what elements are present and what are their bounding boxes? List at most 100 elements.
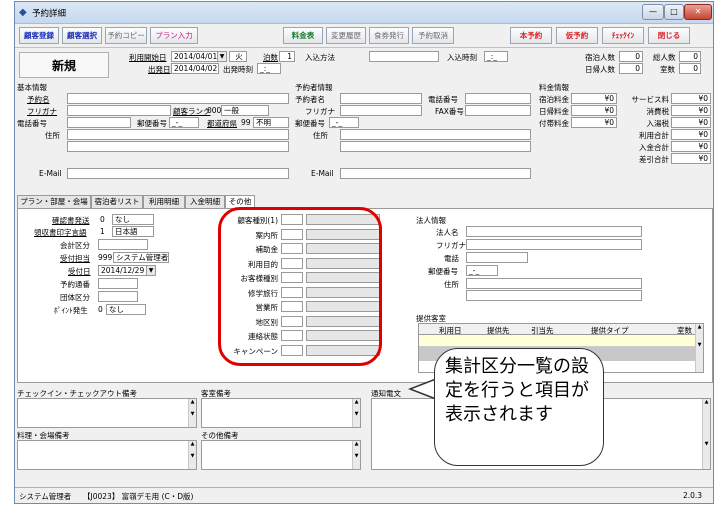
supply-scrollbar[interactable]: ▲ ▼ (695, 324, 703, 372)
booker-phone-field[interactable] (465, 93, 531, 104)
guest-register-button[interactable]: 顧客登録 (19, 27, 59, 44)
points-field[interactable]: なし (106, 304, 146, 315)
maximize-button[interactable]: □ (664, 4, 684, 20)
fee-value: ¥0 (571, 117, 617, 128)
zip-field[interactable]: _-_ (169, 117, 199, 128)
booker-address-label: 住所 (313, 131, 328, 140)
staff-field[interactable]: システム管理者 (113, 252, 169, 263)
rate-table-button[interactable]: 料金表 (283, 27, 323, 44)
history-button[interactable]: 変更履歴 (326, 27, 366, 44)
booker-email-field[interactable] (340, 168, 531, 179)
copy-button[interactable]: 予約コピー (105, 27, 147, 44)
guest-select-button[interactable]: 顧客選択 (62, 27, 102, 44)
phone-field[interactable] (67, 117, 131, 128)
pref-field[interactable]: 不明 (253, 117, 289, 128)
fee-value-2: ¥0 (671, 105, 711, 116)
dropdown-icon: ▼ (146, 266, 155, 275)
reservation-name-field[interactable] (67, 93, 289, 104)
confirm-reservation-button[interactable]: 本予約 (510, 27, 552, 44)
rank-field[interactable]: 一般 (221, 105, 269, 116)
tab-guest-list[interactable]: 宿泊者リスト (91, 195, 143, 208)
booker-zip-field[interactable]: _-_ (329, 117, 359, 128)
corp-phone-label: 電話 (444, 254, 459, 263)
minimize-button[interactable]: — (642, 4, 664, 20)
departure-field[interactable]: 2014/04/02 (171, 63, 219, 74)
receipt-lang-code: 1 (100, 227, 105, 236)
corp-phone-field[interactable] (466, 252, 528, 263)
booker-name-label: 予約者名 (295, 95, 325, 104)
channel-label: 予約通番 (60, 280, 90, 289)
scrollbar[interactable]: ▲ ▼ (352, 441, 360, 469)
group-field[interactable] (98, 291, 138, 302)
scrollbar[interactable]: ▲ ▼ (188, 441, 196, 469)
meal-ticket-button[interactable]: 食券発行 (369, 27, 409, 44)
departure-time-label: 出発時刻 (223, 65, 253, 74)
total-count-label: 総人数 (653, 53, 676, 62)
corp-address-field-1[interactable] (466, 278, 642, 289)
staff-label: 受付担当 (60, 254, 90, 263)
room-count-label: 室数 (660, 65, 675, 74)
address-field-1[interactable] (67, 129, 289, 140)
fee-label: 日帰料金 (539, 107, 569, 116)
app-icon: ◆ (19, 7, 27, 18)
room-note-field[interactable]: ▲ ▼ (201, 398, 361, 428)
booker-kana-field[interactable] (340, 105, 422, 116)
reception-date-field[interactable]: 2014/12/29 ▼ (98, 265, 156, 276)
address-field-2[interactable] (67, 141, 289, 152)
corp-address-label: 住所 (444, 280, 459, 289)
confirm-send-field[interactable]: なし (112, 214, 154, 225)
booker-address-field-2[interactable] (340, 141, 531, 152)
channel-field[interactable] (98, 278, 138, 289)
booker-phone-label: 電話番号 (428, 95, 458, 104)
checkin-note-field[interactable]: ▲ ▼ (17, 398, 197, 428)
corp-info-heading: 法人情報 (416, 216, 446, 225)
booker-zip-label: 郵便番号 (295, 119, 325, 128)
fee-label-2: 利用合計 (639, 131, 669, 140)
table-row[interactable] (419, 335, 697, 347)
checkin-button[interactable]: ﾁｪｯｸｲﾝ (602, 27, 644, 44)
receipt-lang-field[interactable]: 日本語 (112, 226, 154, 237)
corp-kana-label: フリガナ (436, 241, 466, 250)
corp-zip-field[interactable]: _-_ (466, 265, 498, 276)
close-button[interactable]: 閉じる (648, 27, 690, 44)
nights-field[interactable]: 1 (279, 51, 295, 62)
arrival-time-field[interactable]: _:_ (484, 51, 508, 62)
dropdown-icon: ▼ (217, 52, 226, 61)
fee-label-2: 消費税 (646, 107, 670, 116)
tab-usage-detail[interactable]: 利用明細 (143, 195, 185, 208)
arrival-method-field[interactable] (369, 51, 439, 62)
basic-info-heading: 基本情報 (17, 83, 47, 92)
plan-input-button[interactable]: プラン入力 (150, 27, 198, 44)
status-version: 2.0.3 (683, 491, 703, 500)
day-count-label: 日帰人数 (585, 65, 615, 74)
rank-code: 000 (207, 106, 222, 115)
corp-kana-field[interactable] (466, 239, 642, 250)
departure-time-field[interactable]: _:_ (257, 63, 281, 74)
booker-name-field[interactable] (340, 93, 422, 104)
pref-code: 99 (241, 118, 251, 127)
other-note-field[interactable]: ▲ ▼ (201, 440, 361, 470)
meal-note-field[interactable]: ▲ ▼ (17, 440, 197, 470)
booker-fax-field[interactable] (465, 105, 531, 116)
close-window-button[interactable]: ✕ (684, 4, 712, 20)
tentative-reservation-button[interactable]: 仮予約 (556, 27, 598, 44)
booker-address-field-1[interactable] (340, 129, 531, 140)
fee-value-2: ¥0 (671, 129, 711, 140)
corp-name-field[interactable] (466, 226, 642, 237)
email-field[interactable] (67, 168, 289, 179)
tab-plan-room[interactable]: プラン・部屋・会場 (17, 195, 91, 208)
account-field[interactable] (98, 239, 148, 250)
usage-start-field[interactable]: 2014/04/01 ▼ (171, 51, 227, 62)
scrollbar[interactable]: ▲ ▼ (702, 399, 710, 469)
departure-label: 出発日 (148, 65, 171, 74)
corp-address-field-2[interactable] (466, 290, 642, 301)
fee-label-2: 入金合計 (639, 143, 669, 152)
points-code: 0 (98, 305, 103, 314)
tab-payment-detail[interactable]: 入金明細 (185, 195, 225, 208)
scrollbar[interactable]: ▲ ▼ (188, 399, 196, 427)
scrollbar[interactable]: ▲ ▼ (352, 399, 360, 427)
kana-field[interactable] (67, 105, 171, 116)
fee-label-2: サービス料 (631, 95, 670, 104)
cancel-reservation-button[interactable]: 予約取消 (412, 27, 454, 44)
account-label: 会計区分 (60, 241, 90, 250)
